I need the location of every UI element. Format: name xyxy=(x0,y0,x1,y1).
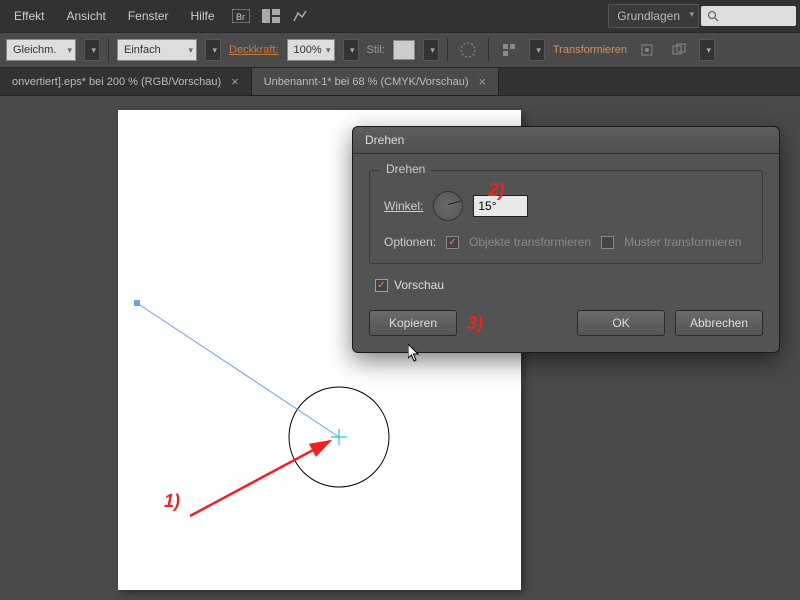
align-arrow[interactable] xyxy=(529,39,545,61)
opacity-label[interactable]: Deckkraft: xyxy=(229,44,279,56)
opacity-arrow[interactable] xyxy=(343,39,359,61)
mask-icon[interactable] xyxy=(667,38,691,62)
doc-tab-2-label: Unbenannt-1* bei 68 % (CMYK/Vorschau) xyxy=(264,76,469,88)
search-icon xyxy=(707,10,719,22)
menu-hilfe[interactable]: Hilfe xyxy=(181,3,225,29)
close-icon[interactable]: × xyxy=(479,74,487,89)
transform-objects-checkbox: ✓ xyxy=(446,236,459,249)
angle-label: Winkel: xyxy=(384,199,423,213)
divider xyxy=(488,38,489,62)
copy-button[interactable]: Kopieren xyxy=(369,310,457,336)
group-legend: Drehen xyxy=(380,162,431,176)
rotate-group: Drehen Winkel: 2) Optionen: ✓ Objekte tr… xyxy=(369,170,763,264)
angle-dial[interactable] xyxy=(433,191,463,221)
annotation-1: 1) xyxy=(164,491,180,512)
divider xyxy=(108,38,109,62)
options-label: Optionen: xyxy=(384,235,436,249)
doc-tab-1[interactable]: onvertiert].eps* bei 200 % (RGB/Vorschau… xyxy=(0,68,252,95)
cursor-icon xyxy=(408,344,422,362)
annotation-3: 3) xyxy=(467,313,483,334)
dialog-title: Drehen xyxy=(353,127,779,154)
brush-dropdown[interactable]: Einfach xyxy=(117,39,197,61)
recolor-icon[interactable] xyxy=(456,38,480,62)
svg-text:Br: Br xyxy=(236,12,245,22)
divider xyxy=(447,38,448,62)
stroke-profile-arrow[interactable] xyxy=(84,39,100,61)
style-swatch[interactable] xyxy=(393,40,415,60)
transform-link[interactable]: Transformieren xyxy=(553,44,627,56)
style-label: Stil: xyxy=(367,44,385,56)
menu-effekt[interactable]: Effekt xyxy=(4,3,54,29)
doc-tab-1-label: onvertiert].eps* bei 200 % (RGB/Vorschau… xyxy=(12,76,221,88)
transform-objects-label: Objekte transformieren xyxy=(469,235,591,249)
close-icon[interactable]: × xyxy=(231,74,239,89)
annotation-2: 2) xyxy=(488,180,504,201)
transform-patterns-checkbox xyxy=(601,236,614,249)
workspace-switcher[interactable]: Grundlagen xyxy=(608,4,699,28)
stroke-profile-dropdown[interactable]: Gleichm. xyxy=(6,39,76,61)
transform-patterns-label: Muster transformieren xyxy=(624,235,741,249)
gpu-icon[interactable] xyxy=(287,4,315,28)
preview-label: Vorschau xyxy=(394,278,444,292)
brush-arrow[interactable] xyxy=(205,39,221,61)
align-icon[interactable] xyxy=(497,38,521,62)
style-arrow[interactable] xyxy=(423,39,439,61)
doc-tab-2[interactable]: Unbenannt-1* bei 68 % (CMYK/Vorschau) × xyxy=(252,68,499,95)
isolate-icon[interactable] xyxy=(635,38,659,62)
menu-fenster[interactable]: Fenster xyxy=(118,3,179,29)
arrange-docs-icon[interactable] xyxy=(257,4,285,28)
search-input[interactable] xyxy=(701,6,796,26)
menu-ansicht[interactable]: Ansicht xyxy=(56,3,115,29)
ok-button[interactable]: OK xyxy=(577,310,665,336)
rotate-dialog: Drehen Drehen Winkel: 2) Optionen: ✓ Obj… xyxy=(352,126,780,353)
opacity-dropdown[interactable]: 100% xyxy=(287,39,335,61)
bridge-icon[interactable]: Br xyxy=(227,4,255,28)
cancel-button[interactable]: Abbrechen xyxy=(675,310,763,336)
preview-checkbox[interactable]: ✓ xyxy=(375,279,388,292)
mask-arrow[interactable] xyxy=(699,39,715,61)
